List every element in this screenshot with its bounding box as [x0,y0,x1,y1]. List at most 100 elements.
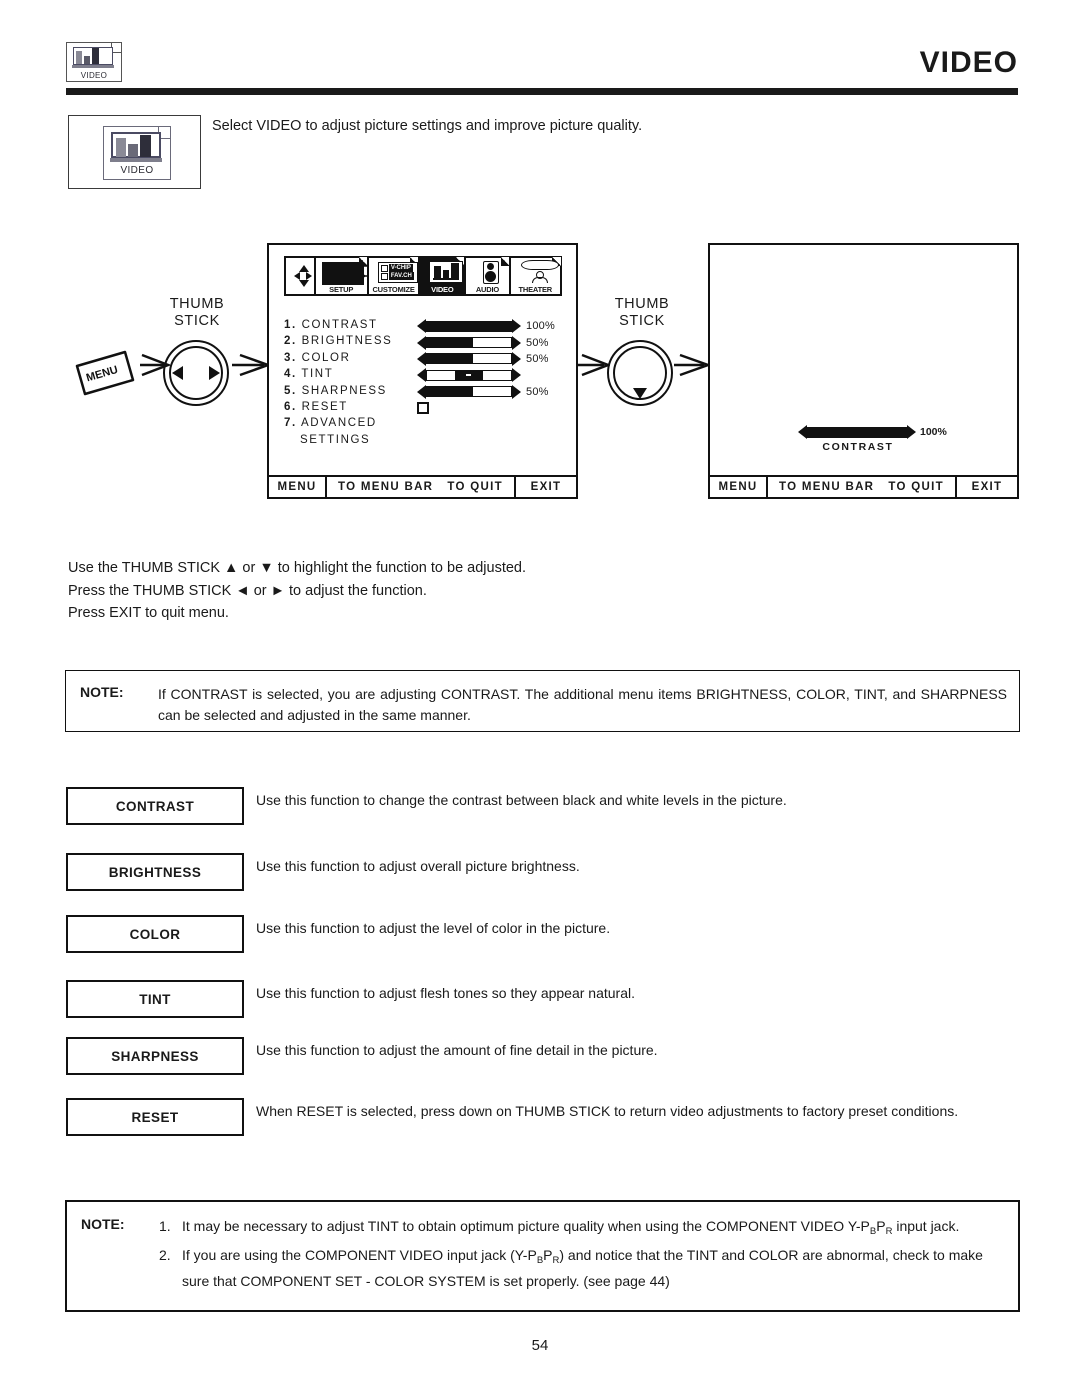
menu-item-label: BRIGHTNESS [301,335,393,348]
function-desc-reset: When RESET is selected, press down on TH… [256,1103,959,1119]
slider-increase-icon[interactable] [512,368,521,383]
theater-viewer-shoulders [531,277,548,283]
video-tab-bar-2 [443,270,450,278]
intro-video-bar-1 [116,138,126,157]
video-tab-baseline [433,278,460,280]
menu-item-label: ADVANCED [300,417,377,430]
slider-track [426,337,512,349]
osd-footer-hints: TO MENU BAR TO QUIT [327,477,516,497]
menu-item-contrast[interactable]: 1. CONTRAST [284,317,392,333]
osd-footer-menu[interactable]: MENU [269,477,327,497]
menu-item-sharpness[interactable]: 5. SHARPNESS [284,383,392,399]
osd2-footer-bar: MENU TO MENU BAR TO QUIT EXIT [710,475,1017,497]
instructions-block: Use the THUMB STICK ▲ or ▼ to highlight … [68,557,768,625]
slider-decrease-icon[interactable] [417,319,426,334]
instruction-line-2: Press the THUMB STICK ◄ or ► to adjust t… [68,582,427,599]
osd2-contrast-row: 100% [798,425,978,439]
slider-increase-icon[interactable] [512,319,521,334]
menu-item-number: 1. [284,319,297,331]
osd2-footer-exit[interactable]: EXIT [957,477,1017,497]
osd-tab-navpad[interactable] [284,256,316,296]
slider-fill [427,321,511,331]
slider-increase-icon[interactable] [512,335,521,350]
reset-checkbox-row[interactable] [417,400,569,416]
osd-slider-column: 100% 50% 50% 50% [417,318,569,416]
note2-item-2: 2. If you are using the COMPONENT VIDEO … [159,1245,1006,1293]
v-chip-text: V-CHIP [388,264,413,272]
page-title: VIDEO [919,46,1018,79]
video-bar-2 [84,56,90,64]
video-tab-bar-1 [434,266,442,278]
slider-value: 50% [526,336,549,349]
osd-tab-theater[interactable]: THEATER [508,256,562,296]
menu-item-number: 5. [284,384,297,397]
note-label: NOTE: [81,1216,125,1232]
reset-checkbox[interactable] [417,402,429,415]
thumbstick-dial-left [163,340,229,406]
note2-item-post: input jack. [892,1218,960,1234]
slider-decrease-icon[interactable] [417,384,426,399]
intro-video-glyph: VIDEO [103,126,171,180]
slider-increase-icon[interactable] [512,384,521,399]
osd2-footer-to-menu-bar: TO MENU BAR [779,481,875,493]
menu-item-color[interactable]: 3. COLOR [284,350,392,366]
function-desc-tint: Use this function to adjust flesh tones … [256,985,636,1001]
menu-item-brightness[interactable]: 2. BRIGHTNESS [284,333,392,349]
video-tab-bar-3 [451,263,460,278]
video-tab-icon [429,261,464,283]
theater-icon [519,260,561,284]
customize-chip-icon: V-CHIP FAV.CH [377,262,418,283]
note-box-1: NOTE: If CONTRAST is selected, you are a… [65,670,1020,732]
function-desc-sharpness: Use this function to adjust the amount o… [256,1042,658,1058]
intro-text: Select VIDEO to adjust picture settings … [212,118,643,134]
osd-tab-setup-label: SETUP [329,285,354,294]
menu-item-reset[interactable]: 6. RESET [284,399,392,415]
osd2-contrast-control[interactable]: 100% CONTRAST [798,425,978,453]
osd2-footer-to-quit: TO QUIT [888,481,944,493]
slider-contrast[interactable]: 100% [417,318,569,334]
slider-decrease-icon[interactable] [417,335,426,350]
note-label: NOTE: [80,684,124,700]
arrow-right-icon [306,272,312,280]
arrow-up-icon [299,265,309,272]
menu-item-label: COLOR [301,351,351,364]
intro-video-bar-3 [140,135,151,157]
slider-increase-icon[interactable] [907,425,916,439]
menu-item-label: TINT [301,368,334,381]
slider-decrease-icon[interactable] [798,425,807,439]
theater-screen [520,260,559,270]
menu-item-tint[interactable]: 4. TINT [284,366,392,382]
osd-tab-setup[interactable]: SETUP [313,256,371,296]
slider-decrease-icon[interactable] [417,351,426,366]
slider-brightness[interactable]: 50% [417,334,569,350]
video-bar-3 [92,48,99,64]
osd-tab-video[interactable]: VIDEO [418,256,467,296]
osd-tab-customize-label: CUSTOMIZE [372,285,415,294]
slider-sharpness[interactable]: 50% [417,384,569,400]
menu-item-number: 2. [284,335,297,348]
slider-decrease-icon[interactable] [417,368,426,383]
osd2-footer-menu[interactable]: MENU [710,477,768,497]
slider-tint[interactable] [417,367,569,383]
osd-tab-audio[interactable]: AUDIO [464,256,511,296]
arrow-down-icon [299,280,309,287]
menu-item-number: 7. [284,417,297,430]
osd-panel-contrast-adjust: 100% CONTRAST MENU TO MENU BAR TO QUIT E… [708,243,1019,499]
dial-down-arrow-icon [633,388,647,399]
slider-track [426,353,512,365]
fav-ch-text: FAV.CH [388,272,414,280]
slider-color[interactable]: 50% [417,351,569,367]
slider-center-marker [454,370,484,380]
osd-footer-exit[interactable]: EXIT [516,477,576,497]
slider-track [807,426,907,438]
slider-increase-icon[interactable] [512,351,521,366]
header-rule [66,88,1018,95]
function-desc-contrast: Use this function to change the contrast… [256,792,787,808]
note2-item-mid: P [876,1218,886,1234]
note2-item-number: 1. [159,1218,171,1234]
osd-tab-customize[interactable]: V-CHIP FAV.CH CUSTOMIZE [366,256,421,296]
menu-item-advanced[interactable]: 7. ADVANCED [284,415,392,431]
note2-item-pre: It may be necessary to adjust TINT to ob… [182,1218,870,1234]
slider-fill [427,338,474,348]
arrow-osd1-to-thumbstick2 [578,352,610,378]
